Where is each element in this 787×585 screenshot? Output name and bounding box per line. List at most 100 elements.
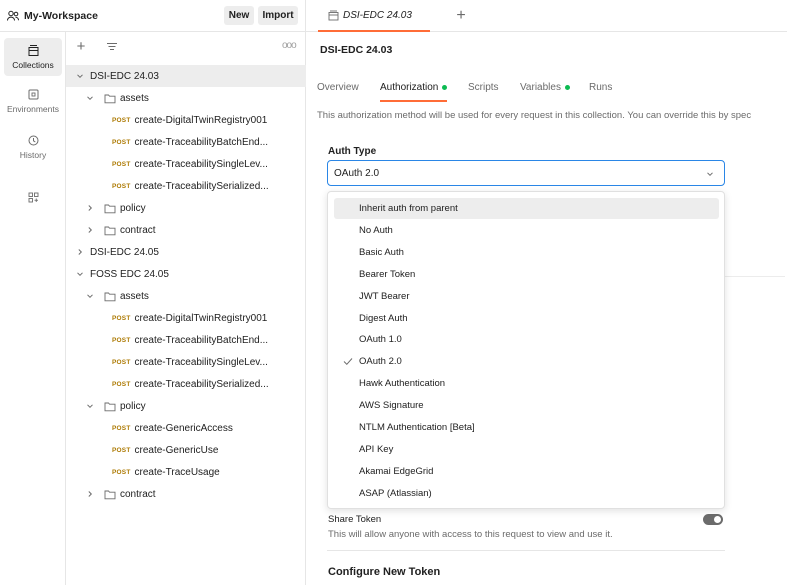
auth-option-label: No Auth xyxy=(359,224,393,236)
auth-option[interactable]: ASAP (Atlassian) xyxy=(334,483,719,504)
request-item[interactable]: POST create-TraceabilitySingleLev... xyxy=(66,351,306,373)
request-item[interactable]: POST create-GenericUse xyxy=(66,439,306,461)
tab-scripts[interactable]: Scripts xyxy=(468,82,499,102)
environments-icon xyxy=(28,89,38,100)
tab-variables[interactable]: Variables xyxy=(520,82,570,102)
folder-item[interactable]: assets xyxy=(66,87,306,109)
rail-label: History xyxy=(19,150,47,160)
chevron-down-icon[interactable] xyxy=(76,72,84,80)
auth-type-label: Auth Type xyxy=(328,146,377,157)
auth-option[interactable]: OAuth 1.0 xyxy=(334,329,719,350)
auth-option[interactable]: Bearer Token xyxy=(334,264,719,285)
auth-option[interactable]: Akamai EdgeGrid xyxy=(334,461,719,482)
chevron-down-icon[interactable] xyxy=(86,292,94,300)
import-button[interactable]: Import xyxy=(258,6,298,25)
chevron-right-icon[interactable] xyxy=(86,490,94,498)
folder-item[interactable]: policy xyxy=(66,395,306,417)
auth-option-label: ASAP (Atlassian) xyxy=(359,487,432,499)
share-token-toggle[interactable] xyxy=(703,514,723,525)
chevron-down-icon[interactable] xyxy=(86,402,94,410)
collection-item[interactable]: DSI-EDC 24.05 xyxy=(66,241,306,263)
auth-option[interactable]: Hawk Authentication xyxy=(334,373,719,394)
request-item[interactable]: POST create-DigitalTwinRegistry001 xyxy=(66,307,306,329)
auth-option[interactable]: No Auth xyxy=(334,220,719,241)
tab-authorization[interactable]: Authorization xyxy=(380,82,448,102)
chevron-right-icon[interactable] xyxy=(86,226,94,234)
auth-option[interactable]: Basic Auth xyxy=(334,242,719,263)
folder-icon xyxy=(104,402,116,411)
request-item[interactable]: POST create-TraceabilitySerialized... xyxy=(66,373,306,395)
auth-option[interactable]: Inherit auth from parent xyxy=(334,198,719,219)
collection-item[interactable]: FOSS EDC 24.05 xyxy=(66,263,306,285)
auth-option[interactable]: API Key xyxy=(334,439,719,460)
method-badge: POST xyxy=(112,138,131,146)
add-apps-icon xyxy=(28,192,38,203)
workspace-header: My-Workspace New Import xyxy=(0,0,306,32)
create-collection-button[interactable]: + xyxy=(74,39,88,55)
left-rail: Collections Environments History xyxy=(0,32,66,585)
tab-overview[interactable]: Overview xyxy=(317,82,359,102)
rail-add-apps[interactable] xyxy=(4,180,62,218)
people-icon xyxy=(7,10,19,21)
chevron-down-icon[interactable] xyxy=(76,270,84,278)
auth-option-label: NTLM Authentication [Beta] xyxy=(359,422,475,433)
workspace-name[interactable]: My-Workspace xyxy=(24,10,98,22)
auth-type-select[interactable]: OAuth 2.0 xyxy=(327,160,725,186)
chevron-right-icon[interactable] xyxy=(86,204,94,212)
tab-runs[interactable]: Runs xyxy=(589,82,612,102)
tree-item-label: contract xyxy=(120,224,156,236)
more-options-button[interactable]: ooo xyxy=(282,40,297,51)
tree-item-label: create-GenericUse xyxy=(134,444,219,456)
tree-item-label: create-DigitalTwinRegistry001 xyxy=(134,114,268,126)
folder-icon xyxy=(104,292,116,301)
folder-icon xyxy=(104,94,116,103)
chevron-down-icon[interactable] xyxy=(86,94,94,102)
request-item[interactable]: POST create-TraceabilityBatchEnd... xyxy=(66,329,306,351)
folder-icon xyxy=(104,226,116,235)
tree-item-label: create-DigitalTwinRegistry001 xyxy=(134,312,268,324)
folder-item[interactable]: assets xyxy=(66,285,306,307)
auth-option[interactable]: Digest Auth xyxy=(334,308,719,329)
new-button[interactable]: New xyxy=(224,6,254,25)
auth-option-label: JWT Bearer xyxy=(359,290,410,302)
request-item[interactable]: POST create-GenericAccess xyxy=(66,417,306,439)
request-item[interactable]: POST create-TraceabilitySerialized... xyxy=(66,175,306,197)
tree-item-label: policy xyxy=(120,202,146,214)
new-tab-button[interactable]: + xyxy=(452,6,470,26)
folder-item[interactable]: contract xyxy=(66,483,306,505)
share-token-description: This will allow anyone with access to th… xyxy=(328,529,613,540)
main-panel: DSI-EDC 24.03 Overview Authorization Scr… xyxy=(306,32,787,585)
request-item[interactable]: POST create-TraceUsage xyxy=(66,461,306,483)
auth-description: This authorization method will be used f… xyxy=(317,110,752,121)
rail-history[interactable]: History xyxy=(4,128,62,166)
request-item[interactable]: POST create-DigitalTwinRegistry001 xyxy=(66,109,306,131)
tab-dsi-edc-2403[interactable]: DSI-EDC 24.03 xyxy=(318,0,430,32)
folder-item[interactable]: contract xyxy=(66,219,306,241)
tree-item-label: FOSS EDC 24.05 xyxy=(90,268,169,280)
folder-item[interactable]: policy xyxy=(66,197,306,219)
auth-option-label: Basic Auth xyxy=(359,246,404,258)
auth-option[interactable]: OAuth 2.0 xyxy=(334,351,719,372)
auth-option-label: API Key xyxy=(359,443,394,455)
method-badge: POST xyxy=(112,424,131,432)
search-input[interactable] xyxy=(92,38,276,58)
chevron-right-icon[interactable] xyxy=(76,248,84,256)
tab-label: Overview xyxy=(317,82,359,93)
tree-item-label: assets xyxy=(120,290,149,302)
auth-option-label: OAuth 1.0 xyxy=(359,334,402,346)
auth-option[interactable]: NTLM Authentication [Beta] xyxy=(334,417,719,438)
rail-label: Collections xyxy=(12,60,54,70)
method-badge: POST xyxy=(112,446,131,454)
tree-item-label: create-TraceabilitySerialized... xyxy=(134,180,269,192)
filter-icon[interactable] xyxy=(106,41,118,53)
rail-collections[interactable]: Collections xyxy=(4,38,62,76)
auth-option-label: OAuth 2.0 xyxy=(359,356,402,368)
sidebar-toolbar: + ooo xyxy=(66,32,306,64)
rail-environments[interactable]: Environments xyxy=(4,82,62,120)
auth-option[interactable]: AWS Signature xyxy=(334,395,719,416)
collection-item[interactable]: DSI-EDC 24.03 xyxy=(66,65,306,87)
auth-option[interactable]: JWT Bearer xyxy=(334,286,719,307)
request-item[interactable]: POST create-TraceabilitySingleLev... xyxy=(66,153,306,175)
tree-item-label: create-TraceabilityBatchEnd... xyxy=(134,136,269,148)
request-item[interactable]: POST create-TraceabilityBatchEnd... xyxy=(66,131,306,153)
